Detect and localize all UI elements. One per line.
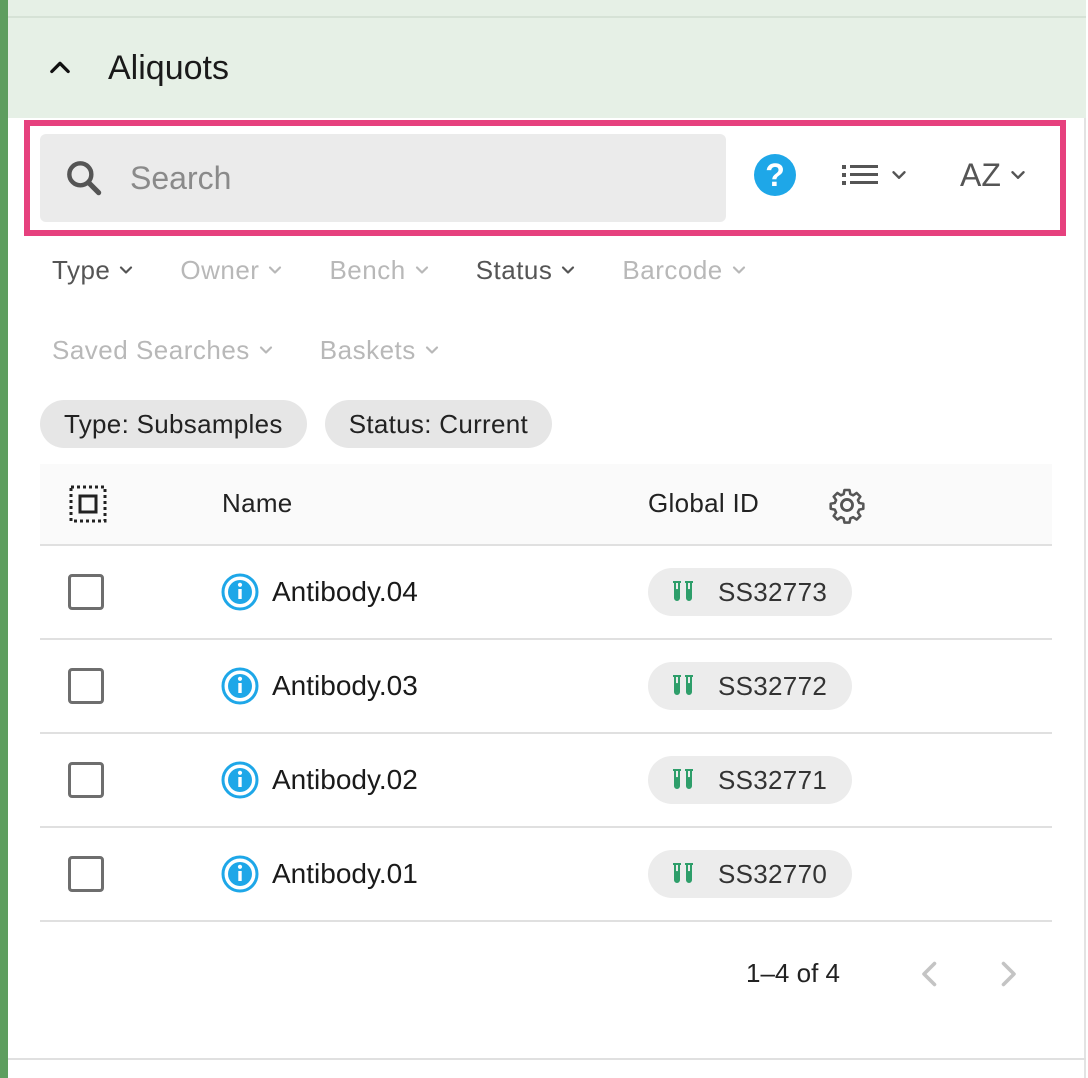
table-row[interactable]: Antibody.01 SS32770: [40, 828, 1052, 922]
global-id-chip[interactable]: SS32770: [648, 850, 852, 898]
filter-label: Type: [52, 254, 111, 285]
row-name[interactable]: Antibody.04: [272, 576, 418, 608]
test-tubes-icon: [673, 581, 693, 601]
results-table: Name Global ID Antibody.04 SS32773 Antib…: [40, 464, 1052, 922]
global-id-chip[interactable]: SS32771: [648, 756, 852, 804]
column-header-name[interactable]: Name: [222, 488, 293, 519]
top-strip: [8, 0, 1086, 18]
select-all-icon[interactable]: [68, 484, 108, 524]
filter-label: Bench: [329, 254, 406, 285]
info-icon[interactable]: [220, 854, 260, 894]
filter-label: Baskets: [319, 334, 416, 365]
chevron-up-icon: [50, 61, 70, 74]
filter-owner[interactable]: Owner: [180, 255, 285, 286]
panel-header: Aliquots: [8, 18, 1086, 118]
chevron-down-icon: [562, 266, 575, 274]
chevron-left-icon[interactable]: [912, 954, 948, 994]
bottom-divider: [8, 1058, 1086, 1060]
panel-title: Aliquots: [108, 49, 229, 87]
chevron-down-icon: [892, 171, 906, 179]
list-view-icon: [842, 165, 878, 185]
table-header: Name Global ID: [40, 464, 1052, 546]
filter-baskets[interactable]: Baskets: [320, 335, 442, 366]
help-button[interactable]: ?: [754, 154, 796, 196]
table-row[interactable]: Antibody.02 SS32771: [40, 734, 1052, 828]
filter-saved-searches[interactable]: Saved Searches: [52, 335, 276, 366]
table-row[interactable]: Antibody.04 SS32773: [40, 546, 1052, 640]
filter-bench[interactable]: Bench: [329, 255, 431, 286]
filter-label: Barcode: [622, 254, 723, 285]
chevron-down-icon: [259, 346, 272, 354]
chevron-down-icon: [269, 266, 282, 274]
test-tubes-icon: [673, 769, 693, 789]
gear-icon[interactable]: [828, 486, 866, 524]
chevron-down-icon: [1011, 171, 1025, 179]
filter-label: Status: [475, 254, 553, 285]
filter-type[interactable]: Type: [52, 255, 136, 286]
chevron-right-icon[interactable]: [990, 954, 1026, 994]
search-input[interactable]: [130, 148, 710, 208]
global-id-chip[interactable]: SS32773: [648, 568, 852, 616]
filter-chip-status[interactable]: Status: Current: [324, 400, 553, 448]
global-id-text: SS32770: [718, 858, 828, 889]
info-icon[interactable]: [220, 666, 260, 706]
pagination-range: 1–4 of 4: [746, 958, 840, 988]
test-tubes-icon: [673, 675, 693, 695]
chevron-down-icon: [425, 346, 438, 354]
global-id-text: SS32771: [718, 764, 828, 795]
global-id-chip[interactable]: SS32772: [648, 662, 852, 710]
search-toolbar: ? AZ: [24, 120, 1066, 236]
global-id-text: SS32773: [718, 576, 828, 607]
global-id-text: SS32772: [718, 670, 828, 701]
row-checkbox[interactable]: [68, 762, 104, 798]
row-name[interactable]: Antibody.03: [272, 670, 418, 702]
filter-row-1: Type Owner Bench Status Barcode: [52, 250, 793, 290]
filter-label: Saved Searches: [52, 334, 250, 365]
filter-row-2: Saved Searches Baskets: [52, 330, 486, 370]
info-icon[interactable]: [220, 760, 260, 800]
row-name[interactable]: Antibody.01: [272, 858, 418, 890]
view-toggle-button[interactable]: [840, 152, 920, 198]
column-header-global-id[interactable]: Global ID: [648, 488, 759, 519]
row-checkbox[interactable]: [68, 668, 104, 704]
sort-button[interactable]: AZ: [960, 152, 1040, 198]
chevron-down-icon: [732, 266, 745, 274]
info-icon[interactable]: [220, 572, 260, 612]
active-filter-chips: Type: Subsamples Status: Current: [40, 400, 570, 448]
sort-label: AZ: [960, 156, 1001, 193]
left-accent-bar: [0, 0, 8, 1078]
test-tubes-icon: [673, 863, 693, 883]
search-box[interactable]: [40, 134, 726, 222]
row-checkbox[interactable]: [68, 574, 104, 610]
chevron-down-icon: [120, 266, 133, 274]
filter-barcode[interactable]: Barcode: [622, 255, 748, 286]
filter-label: Owner: [180, 254, 260, 285]
help-icon: ?: [765, 156, 785, 193]
chevron-down-icon: [415, 266, 428, 274]
row-checkbox[interactable]: [68, 856, 104, 892]
table-row[interactable]: Antibody.03 SS32772: [40, 640, 1052, 734]
row-name[interactable]: Antibody.02: [272, 764, 418, 796]
filter-status[interactable]: Status: [476, 255, 579, 286]
search-icon: [67, 161, 102, 196]
collapse-button[interactable]: [40, 48, 80, 88]
filter-chip-type[interactable]: Type: Subsamples: [40, 400, 307, 448]
